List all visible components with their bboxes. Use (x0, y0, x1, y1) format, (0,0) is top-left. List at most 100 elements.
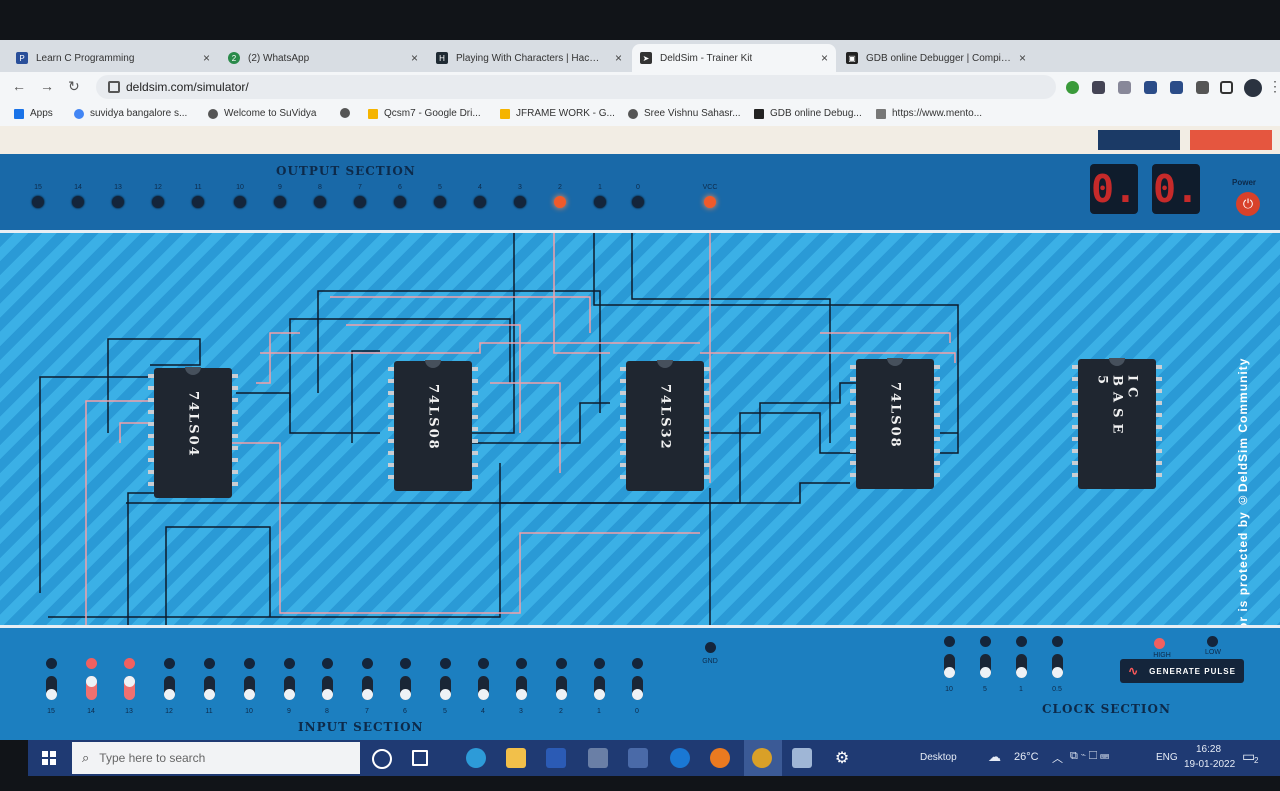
input-pin[interactable] (322, 658, 333, 669)
ic-74ls32[interactable]: 74LS32 (620, 360, 710, 491)
ic-74ls04[interactable]: 74LS04 (148, 367, 238, 498)
internet-explorer-icon[interactable] (670, 748, 690, 768)
input-toggle-switch[interactable] (244, 676, 255, 700)
clock-time[interactable]: 16:28 (1196, 744, 1221, 755)
output-led[interactable] (152, 196, 164, 208)
wire[interactable] (553, 233, 610, 354)
close-icon[interactable]: × (411, 51, 418, 65)
input-pin[interactable] (284, 658, 295, 669)
clock-rate-pin[interactable] (1016, 636, 1027, 647)
bookmark-item[interactable]: Qcsm7 - Google Dri... (368, 108, 481, 119)
clock-rate-switch[interactable] (1016, 654, 1027, 678)
output-led[interactable] (234, 196, 246, 208)
wire[interactable] (119, 422, 150, 443)
extension-icon[interactable] (1170, 81, 1183, 94)
input-pin[interactable] (124, 658, 135, 669)
close-icon[interactable]: × (615, 51, 622, 65)
firefox-icon[interactable] (710, 748, 730, 768)
tab-deldsim[interactable]: ➤ DeldSim - Trainer Kit × (632, 44, 836, 72)
vcc-pin[interactable] (704, 196, 716, 208)
power-icon[interactable]: ⏻ (1236, 192, 1260, 216)
output-led[interactable] (394, 196, 406, 208)
desktop-toolbar[interactable]: Desktop (920, 752, 957, 763)
input-pin[interactable] (440, 658, 451, 669)
input-pin[interactable] (86, 658, 97, 669)
input-toggle-switch[interactable] (164, 676, 175, 700)
ic-74ls08[interactable]: 74LS08 (388, 360, 478, 491)
output-led[interactable] (474, 196, 486, 208)
edge-icon[interactable] (466, 748, 486, 768)
ic-base-5[interactable]: IC BASE 5 (1072, 358, 1162, 489)
bookmark-item[interactable]: Sree Vishnu Sahasr... (628, 108, 741, 119)
header-button[interactable] (1098, 130, 1180, 150)
clock-rate-pin[interactable] (980, 636, 991, 647)
output-led[interactable] (354, 196, 366, 208)
extension-icon[interactable] (1118, 81, 1131, 94)
output-led[interactable] (32, 196, 44, 208)
tab-gdb[interactable]: ▣ GDB online Debugger | Compiler × (838, 44, 1034, 72)
input-pin[interactable] (478, 658, 489, 669)
input-toggle-switch[interactable] (322, 676, 333, 700)
output-led[interactable] (632, 196, 644, 208)
bookmark-item[interactable]: Welcome to SuVidya (208, 108, 316, 119)
back-icon[interactable]: ← (12, 78, 26, 94)
clock-rate-switch[interactable] (1052, 654, 1063, 678)
tab-whatsapp[interactable]: 2 (2) WhatsApp × (220, 44, 426, 72)
url-input[interactable]: deldsim.com/simulator/ (96, 75, 1056, 99)
output-led[interactable] (112, 196, 124, 208)
gnd-pin[interactable] (705, 642, 716, 653)
input-toggle-switch[interactable] (86, 676, 97, 700)
clock-date[interactable]: 19-01-2022 (1184, 759, 1235, 770)
input-toggle-switch[interactable] (362, 676, 373, 700)
output-led[interactable] (314, 196, 326, 208)
clock-rate-switch[interactable] (944, 654, 955, 678)
app-icon[interactable] (792, 748, 812, 768)
input-pin[interactable] (204, 658, 215, 669)
wire[interactable] (490, 382, 561, 473)
input-pin[interactable] (46, 658, 57, 669)
output-led[interactable] (274, 196, 286, 208)
wire[interactable] (127, 492, 230, 625)
wire[interactable] (351, 350, 380, 443)
input-toggle-switch[interactable] (516, 676, 527, 700)
generate-pulse-button[interactable]: ∿ GENERATE PULSE (1120, 659, 1244, 683)
input-toggle-switch[interactable] (284, 676, 295, 700)
chip-pins[interactable] (472, 367, 478, 487)
close-icon[interactable]: × (821, 51, 828, 65)
extension-icon[interactable] (1144, 81, 1157, 94)
chip-pins[interactable] (934, 365, 940, 485)
wire[interactable] (236, 392, 380, 434)
tray-icons[interactable]: ⧉ ⌁ ☐ ⌨ (1070, 750, 1109, 763)
input-pin[interactable] (244, 658, 255, 669)
input-pin[interactable] (400, 658, 411, 669)
input-toggle-switch[interactable] (594, 676, 605, 700)
bookmark-item[interactable]: suvidya bangalore s... (74, 108, 187, 119)
input-toggle-switch[interactable] (478, 676, 489, 700)
weather-cloud-icon[interactable]: ☁ (988, 749, 1001, 765)
forward-icon[interactable]: → (40, 78, 54, 94)
input-pin[interactable] (632, 658, 643, 669)
bookmark-item[interactable] (340, 108, 356, 118)
language-indicator[interactable]: ENG (1156, 752, 1178, 763)
bookmark-item[interactable]: GDB online Debug... (754, 108, 862, 119)
tab-hackerrank[interactable]: H Playing With Characters | HackerRank × (428, 44, 630, 72)
bookmark-item[interactable]: https://www.mento... (876, 108, 982, 119)
output-led[interactable] (594, 196, 606, 208)
avatar[interactable] (1244, 79, 1262, 97)
taskbar-search-input[interactable]: ⌕ Type here to search (72, 742, 360, 774)
tab-learn-c[interactable]: P Learn C Programming × (8, 44, 218, 72)
clock-rate-pin[interactable] (944, 636, 955, 647)
wire[interactable] (700, 382, 860, 434)
wire[interactable] (820, 332, 951, 343)
settings-gear-icon[interactable]: ⚙ (832, 748, 852, 768)
menu-icon[interactable]: ⋮ (1268, 78, 1280, 95)
cortana-icon[interactable] (372, 749, 392, 769)
output-led[interactable] (72, 196, 84, 208)
store-icon[interactable] (628, 748, 648, 768)
chip-pins[interactable] (704, 367, 710, 487)
input-pin[interactable] (556, 658, 567, 669)
input-toggle-switch[interactable] (400, 676, 411, 700)
input-toggle-switch[interactable] (440, 676, 451, 700)
input-toggle-switch[interactable] (556, 676, 567, 700)
input-toggle-switch[interactable] (46, 676, 57, 700)
